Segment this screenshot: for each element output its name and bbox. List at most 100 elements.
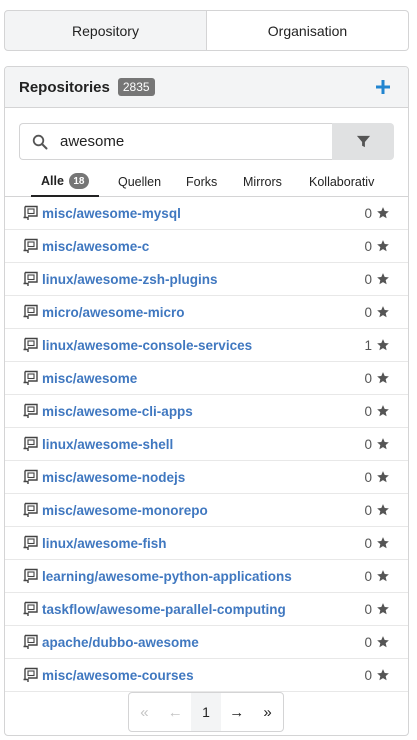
repo-row[interactable]: linux/awesome-shell 0	[5, 428, 408, 461]
repositories-panel: Repositories 2835 Alle 18 Quelle	[4, 66, 409, 736]
repo-row[interactable]: linux/awesome-console-services 1	[5, 329, 408, 362]
star-count: 0	[364, 238, 372, 254]
mirror-repo-icon	[23, 337, 38, 352]
star-count: 1	[364, 337, 372, 353]
repo-link[interactable]: misc/awesome-monorepo	[42, 503, 208, 518]
star-count: 0	[364, 469, 372, 485]
mirror-repo-icon	[23, 667, 38, 682]
repo-link[interactable]: linux/awesome-console-services	[42, 338, 252, 353]
subtab-mirrors[interactable]: Mirrors	[243, 167, 282, 197]
star-icon	[377, 405, 389, 417]
repo-row[interactable]: misc/awesome-nodejs 0	[5, 461, 408, 494]
repo-row[interactable]: misc/awesome-courses 0	[5, 659, 408, 692]
mirror-repo-icon	[23, 436, 38, 451]
search-box[interactable]	[19, 123, 332, 160]
next-page-button[interactable]: →	[221, 693, 252, 731]
repo-stars: 0	[364, 527, 390, 559]
subtab-quellen[interactable]: Quellen	[118, 167, 161, 197]
mirror-repo-icon	[23, 601, 38, 616]
tab-repository[interactable]: Repository	[4, 10, 207, 51]
repo-row[interactable]: linux/awesome-fish 0	[5, 527, 408, 560]
star-count: 0	[364, 271, 372, 287]
add-repository-button[interactable]	[372, 76, 394, 98]
repo-row[interactable]: linux/awesome-zsh-plugins 0	[5, 263, 408, 296]
filter-button[interactable]	[332, 123, 394, 160]
current-page: 1	[190, 693, 222, 731]
search-row	[19, 123, 394, 160]
repo-row[interactable]: misc/awesome-mysql 0	[5, 197, 408, 230]
mirror-repo-icon	[23, 469, 38, 484]
star-icon	[377, 504, 389, 516]
repo-stars: 0	[364, 494, 390, 526]
repo-stars: 0	[364, 428, 390, 460]
repo-stars: 0	[364, 395, 390, 427]
star-count: 0	[364, 667, 372, 683]
repo-stars: 0	[364, 263, 390, 295]
repo-row[interactable]: misc/awesome-monorepo 0	[5, 494, 408, 527]
repo-row[interactable]: learning/awesome-python-applications 0	[5, 560, 408, 593]
star-count: 0	[364, 370, 372, 386]
repo-stars: 0	[364, 362, 390, 394]
repo-link[interactable]: linux/awesome-shell	[42, 437, 173, 452]
repo-stars: 0	[364, 197, 390, 229]
repo-link[interactable]: misc/awesome	[42, 371, 137, 386]
mirror-repo-icon	[23, 304, 38, 319]
star-icon	[377, 471, 389, 483]
search-icon	[32, 134, 48, 149]
subtab-kollaborativ[interactable]: Kollaborativ	[309, 167, 374, 197]
repo-stars: 1	[364, 329, 390, 361]
repo-link[interactable]: misc/awesome-c	[42, 239, 149, 254]
mirror-repo-icon	[23, 535, 38, 550]
repo-filter-tabs: Alle 18 Quellen Forks Mirrors Kollaborat…	[5, 167, 408, 197]
repo-stars: 0	[364, 593, 390, 625]
star-icon	[377, 438, 389, 450]
mirror-repo-icon	[23, 271, 38, 286]
star-count: 0	[364, 502, 372, 518]
repo-stars: 0	[364, 230, 390, 262]
star-icon	[377, 306, 389, 318]
subtab-forks[interactable]: Forks	[186, 167, 217, 197]
star-count: 0	[364, 634, 372, 650]
repo-link[interactable]: misc/awesome-cli-apps	[42, 404, 193, 419]
subtab-alle[interactable]: Alle 18	[31, 167, 99, 197]
repo-row[interactable]: micro/awesome-micro 0	[5, 296, 408, 329]
repo-link[interactable]: taskflow/awesome-parallel-computing	[42, 602, 286, 617]
repo-link[interactable]: linux/awesome-zsh-plugins	[42, 272, 218, 287]
repo-row[interactable]: apache/dubbo-awesome 0	[5, 626, 408, 659]
star-count: 0	[364, 436, 372, 452]
star-icon	[377, 273, 389, 285]
last-page-button[interactable]: »	[252, 693, 283, 731]
repo-link[interactable]: linux/awesome-fish	[42, 536, 167, 551]
subtab-alle-count: 18	[68, 173, 89, 189]
prev-page-button[interactable]: ←	[160, 693, 191, 731]
repo-row[interactable]: misc/awesome 0	[5, 362, 408, 395]
panel-header: Repositories 2835	[5, 67, 408, 108]
repo-stars: 0	[364, 626, 390, 658]
repo-link[interactable]: misc/awesome-nodejs	[42, 470, 185, 485]
repo-row[interactable]: taskflow/awesome-parallel-computing 0	[5, 593, 408, 626]
star-icon	[377, 570, 389, 582]
repo-link[interactable]: misc/awesome-mysql	[42, 206, 181, 221]
repo-row[interactable]: misc/awesome-c 0	[5, 230, 408, 263]
repo-link[interactable]: misc/awesome-courses	[42, 668, 194, 683]
repo-stars: 0	[364, 461, 390, 493]
view-tabs: Repository Organisation	[4, 10, 409, 51]
star-icon	[377, 372, 389, 384]
star-count: 0	[364, 205, 372, 221]
star-count: 0	[364, 535, 372, 551]
repo-count-badge: 2835	[117, 78, 155, 96]
first-page-button[interactable]: «	[129, 693, 160, 731]
tab-organisation[interactable]: Organisation	[207, 10, 409, 51]
search-input[interactable]	[60, 133, 310, 150]
repo-stars: 0	[364, 560, 390, 592]
repo-link[interactable]: apache/dubbo-awesome	[42, 635, 199, 650]
star-icon	[377, 207, 389, 219]
repo-link[interactable]: learning/awesome-python-applications	[42, 569, 292, 584]
repo-row[interactable]: misc/awesome-cli-apps 0	[5, 395, 408, 428]
repo-link[interactable]: micro/awesome-micro	[42, 305, 185, 320]
star-icon	[377, 603, 389, 615]
mirror-repo-icon	[23, 205, 38, 220]
pagination: « ← 1 → »	[128, 692, 284, 732]
mirror-repo-icon	[23, 238, 38, 253]
star-icon	[377, 240, 389, 252]
